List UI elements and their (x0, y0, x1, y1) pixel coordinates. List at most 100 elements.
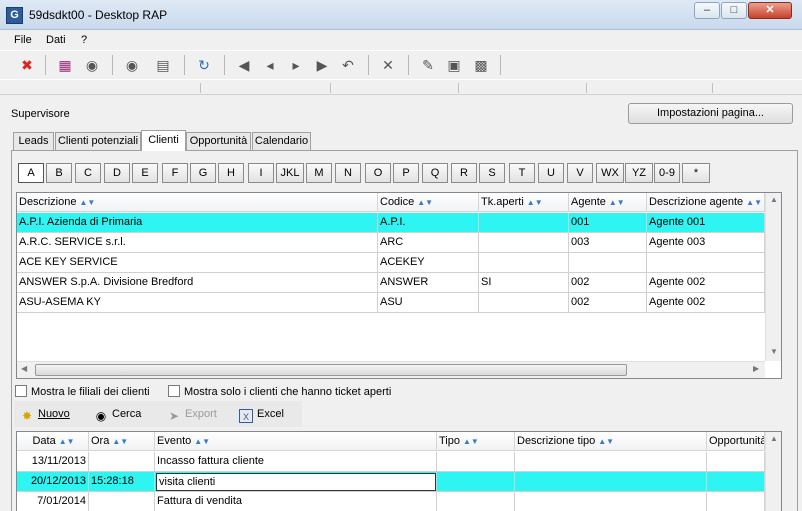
table-row[interactable]: 13/11/2013 Incasso fattura cliente (17, 452, 781, 472)
excel-icon: X (239, 409, 253, 423)
previous-record-icon[interactable]: ◂ (260, 55, 280, 75)
print-preview-icon[interactable]: ▤ (153, 55, 173, 75)
col-descrizione[interactable]: Descrizione ▲▼ (17, 193, 378, 212)
menu-file[interactable]: File (14, 34, 32, 46)
letter-yz[interactable]: YZ (625, 163, 653, 183)
col-opportunita[interactable]: Opportunità (707, 432, 765, 451)
tab-clients[interactable]: Clienti (141, 130, 186, 151)
clients-horizontal-scrollbar[interactable]: ◀ ▶ (17, 361, 765, 378)
col-data[interactable]: Data ▲▼ (17, 432, 89, 451)
title-bar: G 59dsdkt00 - Desktop RAP – □ ✕ (0, 0, 802, 30)
minimize-button[interactable]: – (694, 2, 720, 19)
last-record-icon[interactable]: ▶ (312, 55, 332, 75)
table-row[interactable]: ANSWER S.p.A. Divisione Bredford ANSWER … (17, 273, 781, 293)
show-branches-checkbox[interactable]: Mostra le filiali dei clienti (15, 385, 150, 399)
table-row[interactable]: A.P.I. Azienda di Primaria A.P.I. 001 Ag… (17, 213, 781, 233)
book-icon[interactable]: ▦ (55, 55, 75, 75)
menu-dati[interactable]: Dati (46, 34, 66, 46)
table-row[interactable]: A.R.C. SERVICE s.r.l. ARC 003 Agente 003 (17, 233, 781, 253)
tab-opportunities[interactable]: Opportunità (186, 132, 251, 150)
clients-grid: Descrizione ▲▼ Codice ▲▼ Tk.aperti ▲▼ Agent… (16, 192, 782, 379)
scroll-up-icon[interactable]: ▲ (770, 195, 778, 204)
scroll-left-icon[interactable]: ◀ (21, 364, 27, 373)
search-button[interactable]: ◉ Cerca (94, 407, 142, 423)
events-vertical-scrollbar[interactable]: ▲ (765, 432, 781, 511)
events-grid: Data ▲▼ Ora ▲▼ Evento ▲▼ Tipo ▲▼ Descrizione… (16, 431, 782, 511)
delete-icon[interactable]: ✕ (378, 55, 398, 75)
window-title: 59dsdkt00 - Desktop RAP (29, 8, 168, 22)
app-icon: G (6, 7, 23, 24)
table-row[interactable]: ACE KEY SERVICE ACEKEY (17, 253, 781, 273)
letter-t[interactable]: T (509, 163, 535, 183)
menu-bar: File Dati ? (0, 31, 802, 50)
refresh-icon[interactable]: ↻ (194, 55, 214, 75)
close-window-button[interactable]: ✕ (748, 2, 792, 19)
letter-a[interactable]: A (18, 163, 44, 183)
table-row[interactable]: 20/12/2013 15:28:18 visita clienti (17, 472, 781, 492)
close-app-icon[interactable]: ✖ (17, 55, 37, 75)
clients-vertical-scrollbar[interactable]: ▲ ▼ (765, 193, 781, 361)
folder-icon[interactable]: ▣ (444, 55, 464, 75)
first-record-icon[interactable]: ◀ (234, 55, 254, 75)
scroll-up-icon[interactable]: ▲ (770, 434, 778, 443)
page-settings-button[interactable]: Impostazioni pagina... (628, 103, 793, 124)
new-button[interactable]: ✸ Nuovo (20, 407, 70, 423)
toolbar: ✖ ▦ ◉ ◉ ▤ ↻ ◀ ◂ ▸ ▶ ↶ ✕ ✎ ▣ ▩ (0, 50, 802, 78)
col-ora[interactable]: Ora ▲▼ (89, 432, 155, 451)
letter-s[interactable]: S (479, 163, 505, 183)
binoculars-icon[interactable]: ◉ (82, 55, 102, 75)
letter-r[interactable]: R (451, 163, 477, 183)
maximize-button[interactable]: □ (721, 2, 747, 19)
letter-o[interactable]: O (365, 163, 391, 183)
letter-u[interactable]: U (538, 163, 564, 183)
scroll-down-icon[interactable]: ▼ (770, 347, 778, 356)
letter-all[interactable]: * (682, 163, 710, 183)
export-button[interactable]: ➤ Export (167, 407, 217, 423)
export-icon: ➤ (168, 409, 180, 423)
letter-0-9[interactable]: 0-9 (654, 163, 680, 183)
letter-v[interactable]: V (567, 163, 593, 183)
supervisor-label: Supervisore (11, 108, 70, 120)
letter-f[interactable]: F (162, 163, 188, 183)
excel-button[interactable]: X Excel (239, 407, 284, 423)
new-icon: ✸ (21, 409, 33, 423)
letter-g[interactable]: G (190, 163, 216, 183)
col-tk-aperti[interactable]: Tk.aperti ▲▼ (479, 193, 569, 212)
horizontal-scroll-thumb[interactable] (35, 364, 627, 376)
letter-p[interactable]: P (393, 163, 419, 183)
binoculars-icon: ◉ (95, 409, 107, 423)
event-edit-field[interactable]: visita clienti (156, 473, 436, 491)
status-bar (0, 79, 802, 95)
col-tipo[interactable]: Tipo ▲▼ (437, 432, 515, 451)
letter-m[interactable]: M (306, 163, 332, 183)
letter-i[interactable]: I (248, 163, 274, 183)
menu-help[interactable]: ? (81, 34, 87, 46)
network-icon[interactable]: ▩ (471, 55, 491, 75)
table-row[interactable]: 7/01/2014 Fattura di vendita (17, 492, 781, 511)
events-action-bar: ✸ Nuovo ◉ Cerca ➤ Export X Excel (14, 401, 302, 427)
letter-b[interactable]: B (46, 163, 72, 183)
edit-icon[interactable]: ✎ (418, 55, 438, 75)
letter-c[interactable]: C (75, 163, 101, 183)
tab-potential-clients[interactable]: Clienti potenziali (55, 132, 141, 150)
letter-wx[interactable]: WX (596, 163, 624, 183)
letter-n[interactable]: N (335, 163, 361, 183)
next-record-icon[interactable]: ▸ (286, 55, 306, 75)
col-descrizione-tipo[interactable]: Descrizione tipo ▲▼ (515, 432, 707, 451)
col-descrizione-agente[interactable]: Descrizione agente ▲▼ (647, 193, 765, 212)
col-agente[interactable]: Agente ▲▼ (569, 193, 647, 212)
letter-e[interactable]: E (132, 163, 158, 183)
search-binoculars-icon[interactable]: ◉ (122, 55, 142, 75)
col-codice[interactable]: Codice ▲▼ (378, 193, 479, 212)
tab-calendar[interactable]: Calendario (252, 132, 311, 150)
table-row[interactable]: ASU-ASEMA KY ASU 002 Agente 002 (17, 293, 781, 313)
letter-jkl[interactable]: JKL (276, 163, 304, 183)
tab-leads[interactable]: Leads (13, 132, 54, 150)
open-tickets-only-checkbox[interactable]: Mostra solo i clienti che hanno ticket a… (168, 385, 391, 399)
letter-q[interactable]: Q (422, 163, 448, 183)
scroll-right-icon[interactable]: ▶ (753, 364, 759, 373)
col-evento[interactable]: Evento ▲▼ (155, 432, 437, 451)
letter-h[interactable]: H (218, 163, 244, 183)
letter-d[interactable]: D (104, 163, 130, 183)
undo-icon[interactable]: ↶ (338, 55, 358, 75)
